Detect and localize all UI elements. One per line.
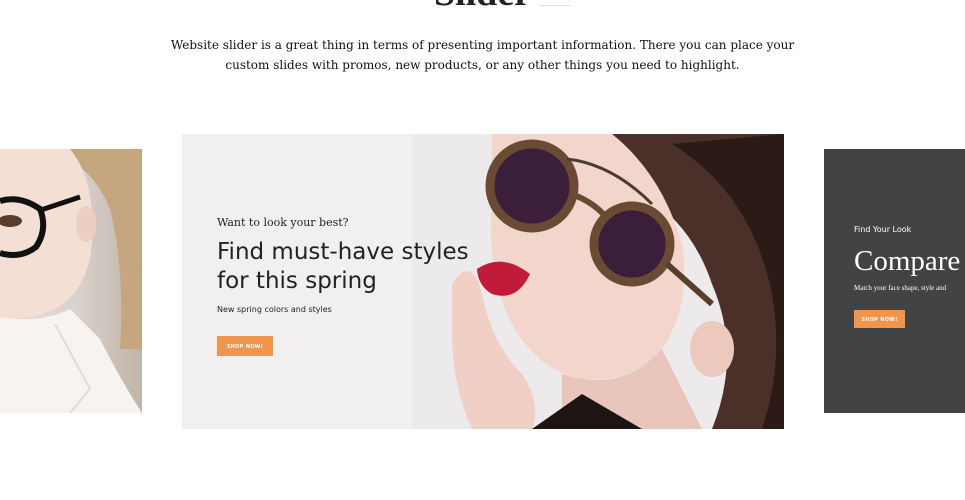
slide-next-subtext: Match your face shape, style and bbox=[854, 284, 947, 292]
slide-next-headline: Compare bbox=[854, 245, 961, 277]
section-intro: Website slider is a great thing in terms… bbox=[170, 38, 795, 72]
slide-active[interactable]: Want to look your best? Find must-have s… bbox=[182, 134, 784, 429]
slide-next[interactable]: Find Your Look Compare Match your face s… bbox=[824, 149, 965, 413]
section-title: Slider bbox=[0, 0, 965, 12]
title-divider bbox=[540, 5, 570, 6]
slide-previous-photo bbox=[0, 149, 142, 413]
slide-next-kicker: Find Your Look bbox=[854, 225, 912, 234]
slide-next-shop-now-button[interactable]: SHOP NOW! bbox=[854, 310, 905, 328]
shop-now-button[interactable]: SHOP NOW! bbox=[217, 336, 273, 356]
slide-kicker: Want to look your best? bbox=[217, 216, 349, 229]
slide-subtext: New spring colors and styles bbox=[217, 305, 332, 314]
slide-headline: Find must-have styles for this spring bbox=[217, 239, 469, 294]
slide-previous[interactable] bbox=[0, 149, 142, 413]
